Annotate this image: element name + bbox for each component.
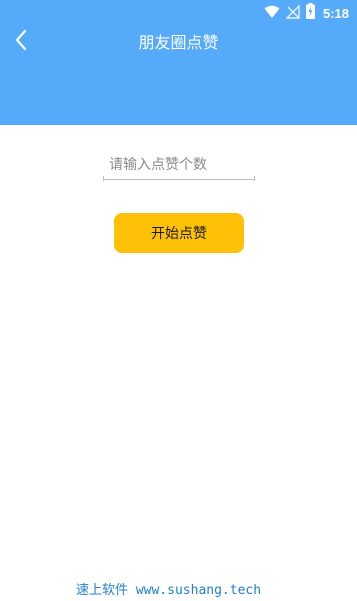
- battery-charging-icon: [305, 3, 315, 23]
- status-time: 5:18: [322, 5, 349, 21]
- watermark-text: 速上软件 www.sushang.tech: [76, 583, 262, 598]
- start-like-button[interactable]: 开始点赞: [114, 213, 244, 253]
- no-signal-icon: [285, 3, 300, 23]
- wifi-icon: [264, 4, 280, 23]
- page-title: 朋友圈点赞: [138, 33, 219, 52]
- input-underline-tick-left: [103, 176, 104, 181]
- app-header: 5:18 朋友圈点赞: [0, 0, 357, 125]
- like-count-input[interactable]: [103, 150, 255, 180]
- status-bar: 5:18: [264, 3, 349, 23]
- input-underline-tick-right: [254, 176, 255, 181]
